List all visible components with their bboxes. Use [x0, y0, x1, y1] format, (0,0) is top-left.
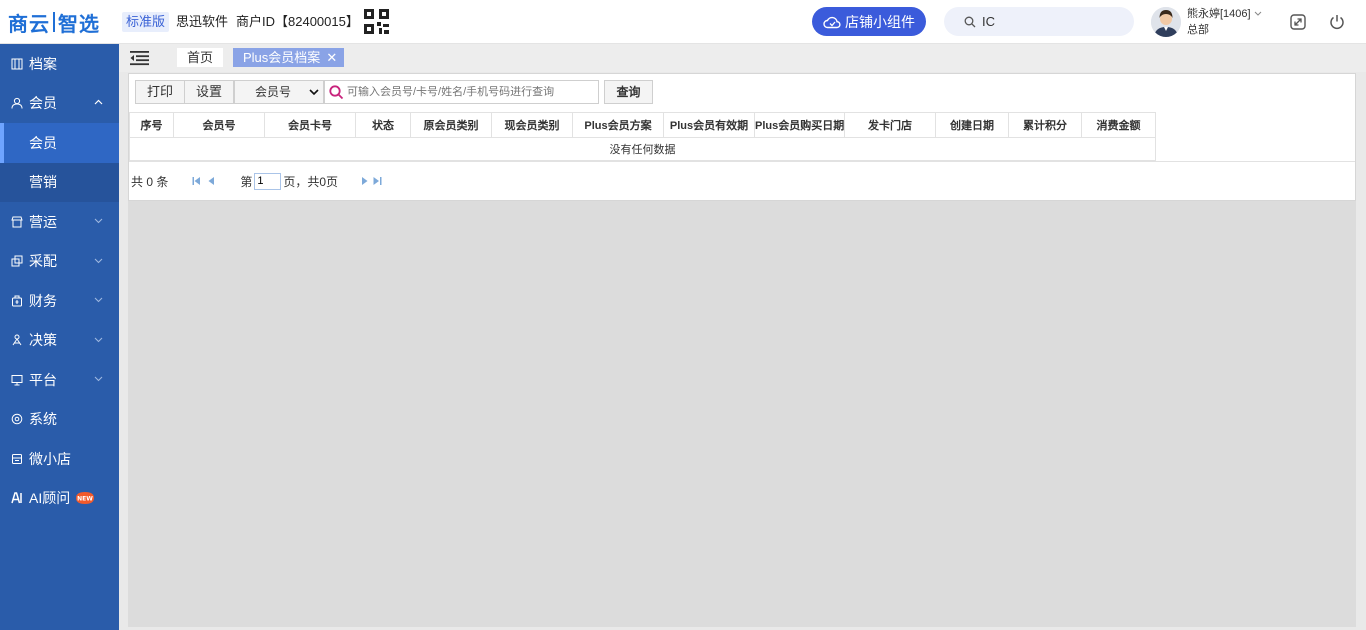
- search-icon: [329, 84, 344, 99]
- member-search-box[interactable]: [324, 80, 599, 104]
- page-number-input[interactable]: [254, 172, 282, 190]
- sidebar-item-purchase[interactable]: 采配: [0, 242, 119, 282]
- first-page-icon[interactable]: [192, 176, 202, 186]
- member-panel: 打印 设置 会员号 查询 序号 会员号: [128, 73, 1356, 201]
- column-header[interactable]: 会员卡号: [264, 112, 356, 138]
- print-button[interactable]: 打印: [135, 80, 186, 104]
- decision-icon: [10, 334, 23, 347]
- chevron-down-icon: [94, 218, 103, 224]
- empty-workspace: [128, 201, 1356, 627]
- chevron-down-icon: [309, 89, 319, 96]
- company-name: 思迅软件: [176, 14, 229, 29]
- user-icon: [10, 97, 23, 110]
- close-icon[interactable]: ✕: [326, 48, 337, 67]
- sidebar-item-decision[interactable]: 决策: [0, 321, 119, 361]
- main-content: 首页 Plus会员档案 ✕ 打印 设置 会员号 查询: [119, 44, 1366, 630]
- menu-collapse-icon[interactable]: [130, 50, 149, 66]
- power-icon[interactable]: [1328, 13, 1346, 31]
- search-icon: [964, 16, 976, 27]
- divider: [129, 161, 1355, 162]
- column-header[interactable]: 序号: [129, 112, 174, 138]
- column-header[interactable]: 创建日期: [935, 112, 1009, 138]
- merchant-id: 商户ID【82400015】: [236, 14, 359, 29]
- chevron-down-icon: [1254, 11, 1262, 16]
- tab-home[interactable]: 首页: [177, 48, 224, 67]
- empty-message: 没有任何数据: [129, 137, 1156, 161]
- monitor-icon: [10, 373, 23, 386]
- edition-badge: 标准版: [122, 12, 170, 32]
- archive-icon: [10, 57, 23, 70]
- shop-icon: [10, 452, 23, 465]
- total-count: 共 0 条: [131, 174, 169, 189]
- logo-right: 智选: [58, 13, 100, 36]
- column-header[interactable]: 消费金额: [1081, 112, 1156, 138]
- purchase-icon: [10, 255, 23, 268]
- avatar[interactable]: [1151, 7, 1181, 37]
- new-badge-icon: NEW: [76, 492, 95, 505]
- qr-code-icon[interactable]: [364, 9, 389, 34]
- column-header[interactable]: 状态: [355, 112, 411, 138]
- user-name[interactable]: 熊永婷[1406]: [1187, 8, 1262, 21]
- page-prefix: 第: [240, 174, 253, 189]
- next-page-icon[interactable]: [360, 176, 370, 186]
- sidebar-item-member[interactable]: 会员: [0, 84, 119, 124]
- sidebar-item-microstore[interactable]: 微小店: [0, 439, 119, 479]
- settings-button[interactable]: 设置: [184, 80, 235, 104]
- member-search-input[interactable]: [347, 86, 592, 98]
- global-search[interactable]: [944, 7, 1134, 36]
- sidebar-item-operation[interactable]: 营运: [0, 202, 119, 242]
- sidebar-subitem-member[interactable]: 会员: [0, 123, 119, 163]
- column-header[interactable]: Plus会员有效期: [663, 112, 755, 138]
- logo-left: 商云: [8, 13, 50, 36]
- cloud-icon: [823, 16, 841, 28]
- table-header-row: 序号 会员号 会员卡号 状态 原会员类别 现会员类别 Plus会员方案 Plus…: [129, 112, 1156, 138]
- toolbar: 打印 设置: [135, 80, 235, 104]
- logo-separator: [53, 12, 55, 32]
- column-header[interactable]: 发卡门店: [844, 112, 936, 138]
- store-icon: [10, 215, 23, 228]
- fullscreen-icon[interactable]: [1289, 13, 1307, 31]
- column-header[interactable]: 累计积分: [1008, 112, 1082, 138]
- chevron-down-icon: [94, 337, 103, 342]
- search-field-select[interactable]: 会员号: [234, 80, 324, 104]
- prev-page-icon[interactable]: [206, 176, 216, 186]
- pagination: 共 0 条 第 页，共0页: [131, 170, 382, 192]
- sidebar-item-platform[interactable]: 平台: [0, 360, 119, 400]
- sidebar: 档案 会员 会员 营销 营运 采配 财务 决策 平台 系统 微小店 AI顾问 N…: [0, 44, 119, 630]
- store-widget-label: 店铺小组件: [845, 13, 915, 30]
- global-search-input[interactable]: [982, 14, 1122, 29]
- sidebar-item-system[interactable]: 系统: [0, 400, 119, 440]
- user-department: 总部: [1187, 24, 1209, 36]
- new-badge-text: NEW: [77, 496, 93, 503]
- settings-icon: [10, 413, 23, 426]
- top-header: 商云 智选 标准版 思迅软件 商户ID【82400015】 店铺小组件 IC 熊…: [0, 0, 1366, 44]
- member-table: 序号 会员号 会员卡号 状态 原会员类别 现会员类别 Plus会员方案 Plus…: [129, 112, 1156, 161]
- chevron-down-icon: [94, 376, 103, 382]
- sidebar-item-ai-advisor[interactable]: AI顾问 NEW: [0, 479, 119, 519]
- sidebar-item-archive[interactable]: 档案: [0, 44, 119, 84]
- query-button[interactable]: 查询: [604, 80, 653, 104]
- table-row: 没有任何数据: [129, 137, 1156, 161]
- store-widget-button[interactable]: 店铺小组件: [812, 7, 926, 36]
- ai-icon: [10, 492, 23, 505]
- tab-bar: 首页 Plus会员档案 ✕: [119, 44, 1366, 72]
- chevron-down-icon: [94, 297, 103, 303]
- page-suffix: 页，共0页: [283, 174, 339, 189]
- column-header[interactable]: Plus会员方案: [572, 112, 664, 138]
- column-header[interactable]: 会员号: [173, 112, 265, 138]
- column-header[interactable]: Plus会员购买日期: [754, 112, 845, 138]
- chevron-up-icon: [94, 99, 103, 104]
- last-page-icon[interactable]: [372, 176, 382, 186]
- logo[interactable]: 商云 智选: [8, 9, 100, 36]
- column-header[interactable]: 原会员类别: [410, 112, 492, 138]
- column-header[interactable]: 现会员类别: [491, 112, 573, 138]
- finance-icon: [10, 294, 23, 307]
- chevron-down-icon: [94, 258, 103, 263]
- sidebar-subitem-marketing[interactable]: 营销: [0, 162, 119, 202]
- sidebar-item-finance[interactable]: 财务: [0, 281, 119, 321]
- tab-plus-member-archive[interactable]: Plus会员档案 ✕: [233, 48, 345, 67]
